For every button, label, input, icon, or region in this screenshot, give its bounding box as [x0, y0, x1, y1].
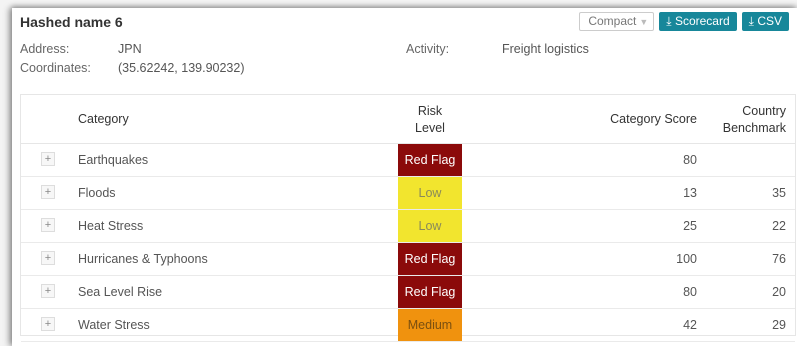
risk-table: Category Risk Level Category Score Count… [20, 94, 796, 342]
column-risk-line1: Risk [417, 104, 443, 118]
risk-level-badge: Red Flag [398, 144, 462, 176]
category-score-cell: 80 [683, 285, 697, 299]
category-cell: Heat Stress [78, 219, 144, 233]
column-risk-line2: Level [415, 121, 445, 135]
category-cell: Sea Level Rise [78, 285, 163, 299]
column-bench-line2: Benchmark [722, 121, 786, 135]
column-country-benchmark[interactable]: Country Benchmark [723, 103, 786, 137]
expand-plus-icon[interactable]: + [41, 251, 55, 265]
table-header: Category Risk Level Category Score Count… [21, 95, 795, 144]
benchmark-cell: 76 [772, 252, 786, 266]
table-row[interactable]: + Hurricanes & Typhoons Red Flag 100 76 [21, 243, 795, 276]
activity-value: Freight logistics [502, 42, 589, 56]
download-icon: ⤓ [666, 14, 672, 28]
csv-download-button[interactable]: ⤓ CSV [741, 12, 789, 31]
benchmark-cell: 22 [772, 219, 786, 233]
page-title: Hashed name 6 [20, 14, 123, 30]
category-score-cell: 80 [683, 153, 697, 167]
table-row[interactable]: + Earthquakes Red Flag 80 [21, 144, 795, 177]
expand-plus-icon[interactable]: + [41, 317, 55, 331]
expand-plus-icon[interactable]: + [41, 284, 55, 298]
compact-label: Compact [588, 14, 637, 28]
chevron-down-icon: ▼ [639, 17, 649, 27]
expand-plus-icon[interactable]: + [41, 218, 55, 232]
benchmark-cell: 20 [772, 285, 786, 299]
column-category[interactable]: Category [78, 112, 129, 126]
scorecard-label: Scorecard [674, 14, 730, 28]
category-score-cell: 42 [683, 318, 697, 332]
column-bench-line1: Country [742, 104, 786, 118]
expand-plus-icon[interactable]: + [41, 152, 55, 166]
expand-plus-icon[interactable]: + [41, 185, 55, 199]
table-row[interactable]: + Floods Low 13 35 [21, 177, 795, 210]
category-score-cell: 25 [683, 219, 697, 233]
table-row[interactable]: + Sea Level Rise Red Flag 80 20 [21, 276, 795, 309]
coordinates-label: Coordinates: [20, 61, 91, 75]
category-cell: Floods [78, 186, 116, 200]
risk-level-badge: Red Flag [398, 276, 462, 308]
activity-label: Activity: [406, 42, 450, 56]
risk-level-badge: Red Flag [398, 243, 462, 275]
csv-label: CSV [757, 14, 782, 28]
category-score-cell: 100 [676, 252, 697, 266]
download-icon: ⤓ [748, 14, 754, 28]
category-cell: Hurricanes & Typhoons [78, 252, 208, 266]
address-value: JPN [118, 42, 142, 56]
column-category-score[interactable]: Category Score [610, 112, 697, 126]
category-score-cell: 13 [683, 186, 697, 200]
address-label: Address: [20, 42, 70, 56]
coordinates-value: (35.62242, 139.90232) [118, 61, 245, 75]
risk-level-badge: Low [398, 177, 462, 209]
table-row[interactable]: + Water Stress Medium 42 29 [21, 309, 795, 342]
toolbar: Compact ▼ ⤓ Scorecard ⤓ CSV [579, 12, 789, 31]
category-cell: Water Stress [78, 318, 150, 332]
benchmark-cell: 29 [772, 318, 786, 332]
risk-level-badge: Low [398, 210, 462, 242]
benchmark-cell: 35 [772, 186, 786, 200]
table-row[interactable]: + Heat Stress Low 25 22 [21, 210, 795, 243]
compact-select[interactable]: Compact ▼ [579, 12, 655, 31]
scorecard-panel: Hashed name 6 Compact ▼ ⤓ Scorecard ⤓ CSV… [12, 8, 797, 346]
category-cell: Earthquakes [78, 153, 149, 167]
column-risk-level[interactable]: Risk Level [398, 103, 462, 137]
scorecard-download-button[interactable]: ⤓ Scorecard [659, 12, 737, 31]
risk-level-badge: Medium [398, 309, 462, 341]
